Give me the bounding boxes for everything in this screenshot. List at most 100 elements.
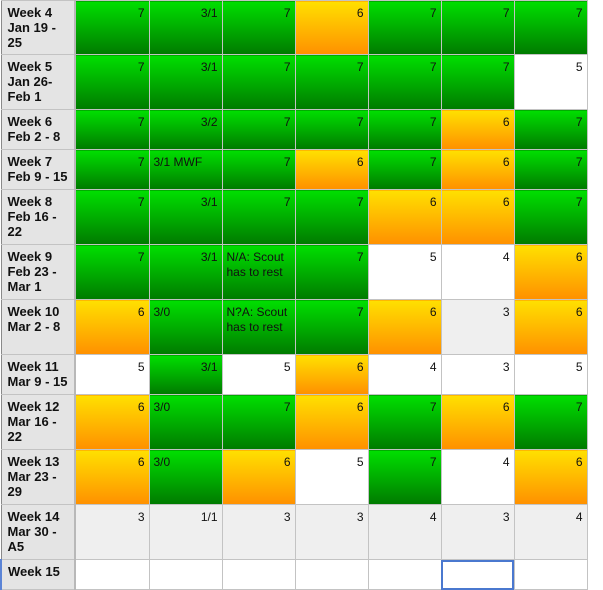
grid-cell[interactable]: 3 [221,504,296,560]
grid-cell[interactable]: 7 [74,149,150,190]
grid-cell[interactable]: 3/0 [148,299,223,355]
grid-cell[interactable]: 7 [74,109,150,150]
grid-cell[interactable]: 3/0 [148,394,223,450]
grid-cell[interactable]: 7 [74,0,150,55]
grid-cell[interactable]: 7 [513,149,588,190]
row-header-week[interactable]: Week 15 [0,559,76,590]
grid-cell[interactable]: 7 [221,109,296,150]
row-header-week[interactable]: Week 10 Mar 2 - 8 [0,299,76,355]
grid-cell[interactable]: 4 [513,504,588,560]
grid-cell[interactable] [513,559,588,590]
grid-cell[interactable]: 7 [221,394,296,450]
grid-cell[interactable]: 4 [367,504,442,560]
grid-cell[interactable] [74,559,150,590]
row-header-week[interactable]: Week 5 Jan 26- Feb 1 [0,54,76,110]
grid-cell[interactable] [148,559,223,590]
grid-cell[interactable]: 5 [294,449,369,505]
cell-value: 4 [575,510,583,524]
row-header-week[interactable]: Week 7 Feb 9 - 15 [0,149,76,190]
row-header-week[interactable]: Week 11 Mar 9 - 15 [0,354,76,395]
grid-cell[interactable]: 7 [74,189,150,245]
grid-cell[interactable]: 3 [440,354,515,395]
grid-cell[interactable]: 6 [74,394,150,450]
grid-cell[interactable]: 4 [440,449,515,505]
grid-cell[interactable]: 1/1 [148,504,223,560]
grid-cell[interactable]: 6 [440,149,515,190]
grid-cell[interactable]: 6 [221,449,296,505]
grid-cell[interactable]: N?A: Scout has to rest [221,299,296,355]
grid-cell[interactable]: 5 [513,54,588,110]
grid-cell[interactable]: 3 [294,504,369,560]
cell-value: 7 [575,155,583,169]
grid-cell[interactable]: 6 [367,299,442,355]
grid-cell[interactable]: 6 [294,394,369,450]
grid-cell[interactable]: 7 [513,109,588,150]
grid-cell[interactable]: 3/1 [148,0,223,55]
grid-cell[interactable]: 5 [74,354,150,395]
row-header-week[interactable]: Week 8 Feb 16 - 22 [0,189,76,245]
grid-cell[interactable]: 7 [221,0,296,55]
grid-cell[interactable]: 7 [294,189,369,245]
grid-cell[interactable]: 7 [221,189,296,245]
grid-cell[interactable]: 3 [440,504,515,560]
grid-cell[interactable]: 6 [513,244,588,300]
grid-cell[interactable]: 7 [513,394,588,450]
grid-cell[interactable]: 7 [367,54,442,110]
grid-cell[interactable]: 7 [513,0,588,55]
grid-cell[interactable]: 7 [367,394,442,450]
grid-cell[interactable] [294,559,369,590]
grid-cell[interactable]: 3 [74,504,150,560]
grid-cell[interactable]: 6 [367,189,442,245]
row-header-week[interactable]: Week 13 Mar 23 - 29 [0,449,76,505]
grid-cell[interactable]: 7 [294,109,369,150]
grid-cell[interactable]: 7 [440,54,515,110]
grid-cell[interactable]: N/A: Scout has to rest [221,244,296,300]
grid-cell[interactable]: 5 [221,354,296,395]
grid-cell[interactable]: 3/1 [148,189,223,245]
grid-cell[interactable]: 7 [294,299,369,355]
grid-cell[interactable]: 4 [367,354,442,395]
row-header-week[interactable]: Week 12 Mar 16 - 22 [0,394,76,450]
grid-cell[interactable]: 6 [294,149,369,190]
grid-cell[interactable]: 7 [367,449,442,505]
grid-cell[interactable]: 7 [74,244,150,300]
grid-cell[interactable]: 6 [440,394,515,450]
grid-cell[interactable]: 5 [367,244,442,300]
grid-cell[interactable]: 7 [221,54,296,110]
grid-cell[interactable]: 3/1 MWF [148,149,223,190]
grid-cell[interactable]: 6 [513,449,588,505]
grid-cell[interactable] [367,559,442,590]
grid-cell[interactable]: 3/1 [148,354,223,395]
cell-value: 7 [575,115,583,129]
grid-cell[interactable] [440,559,515,590]
grid-cell[interactable]: 3/0 [148,449,223,505]
row-header-week[interactable]: Week 9 Feb 23 - Mar 1 [0,244,76,300]
grid-cell[interactable]: 7 [367,149,442,190]
grid-cell[interactable]: 6 [440,109,515,150]
grid-cell[interactable]: 7 [294,54,369,110]
grid-cell[interactable]: 7 [294,244,369,300]
grid-cell[interactable]: 6 [74,299,150,355]
grid-cell[interactable] [221,559,296,590]
grid-cell[interactable]: 4 [440,244,515,300]
row-header-week[interactable]: Week 14 Mar 30 - A5 [0,504,76,560]
cell-value: 7 [575,400,583,414]
grid-cell[interactable]: 6 [294,0,369,55]
grid-cell[interactable]: 7 [513,189,588,245]
row-header-week[interactable]: Week 6 Feb 2 - 8 [0,109,76,150]
grid-cell[interactable]: 6 [440,189,515,245]
grid-cell[interactable]: 7 [221,149,296,190]
grid-cell[interactable]: 3/1 [148,244,223,300]
grid-cell[interactable]: 6 [74,449,150,505]
grid-cell[interactable]: 6 [513,299,588,355]
grid-cell[interactable]: 6 [294,354,369,395]
grid-cell[interactable]: 3/1 [148,54,223,110]
grid-cell[interactable]: 7 [74,54,150,110]
grid-cell[interactable]: 7 [367,109,442,150]
grid-cell[interactable]: 7 [440,0,515,55]
grid-cell[interactable]: 7 [367,0,442,55]
grid-cell[interactable]: 5 [513,354,588,395]
grid-cell[interactable]: 3/2 [148,109,223,150]
row-header-week[interactable]: Week 4 Jan 19 - 25 [0,0,76,55]
grid-cell[interactable]: 3 [440,299,515,355]
